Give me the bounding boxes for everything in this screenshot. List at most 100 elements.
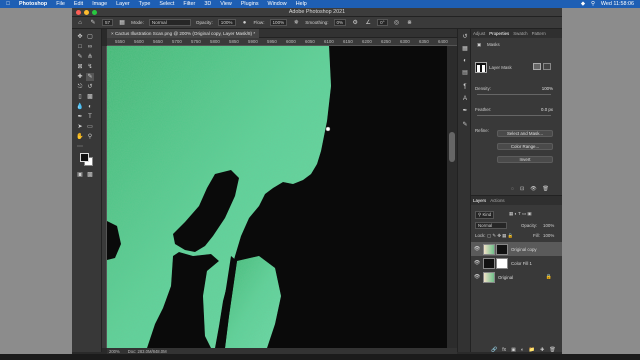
menu-type[interactable]: Type <box>139 1 151 7</box>
layer-row-original-copy[interactable]: 👁 Original copy <box>471 242 562 256</box>
gear-icon[interactable]: ⚙ <box>351 19 359 27</box>
blur-tool-icon[interactable]: 💧 <box>76 103 84 111</box>
paths-panel-icon[interactable]: ✒ <box>461 107 469 115</box>
marquee-tool-icon[interactable]: □ <box>76 43 84 51</box>
menu-image[interactable]: Image <box>92 1 107 7</box>
brush-settings-panel-icon[interactable]: ✎ <box>461 121 469 129</box>
pressure-size-icon[interactable]: ◎ <box>393 19 401 27</box>
brush-tool-icon[interactable]: ✎ <box>89 19 97 27</box>
gradient-tool-icon[interactable]: ▩ <box>86 93 94 101</box>
eye-icon[interactable]: 👁 <box>473 246 481 252</box>
tab-actions[interactable]: Actions <box>490 198 504 203</box>
angle-icon[interactable]: ∠ <box>364 19 372 27</box>
healing-tool-icon[interactable]: ✚ <box>76 73 84 81</box>
feather-slider[interactable] <box>477 115 551 116</box>
crop-tool-icon[interactable]: ⋔ <box>86 53 94 61</box>
home-icon[interactable]: ⌂ <box>76 19 84 27</box>
path-select-tool-icon[interactable]: ➤ <box>76 123 84 131</box>
select-vector-mask-icon[interactable] <box>543 63 551 70</box>
tab-swatches[interactable]: Swatch <box>513 31 527 36</box>
layer-row-color-fill[interactable]: 👁 Color Fill 1 <box>471 256 562 270</box>
new-group-icon[interactable]: 📁 <box>529 347 535 353</box>
artboard-tool-icon[interactable]: ▢ <box>86 33 94 41</box>
filter-icons[interactable]: ▦ ◐ T ▭ ▣ <box>509 211 532 217</box>
history-panel-icon[interactable]: ↺ <box>461 33 469 41</box>
load-selection-icon[interactable]: ◌ <box>511 186 514 192</box>
menu-help[interactable]: Help <box>296 1 307 7</box>
density-slider[interactable] <box>477 94 551 95</box>
layer-name[interactable]: Color Fill 1 <box>511 261 532 266</box>
type-tool-icon[interactable]: T <box>86 113 94 121</box>
more-tools-icon[interactable]: ⋯ <box>76 143 84 151</box>
hand-tool-icon[interactable]: ✋ <box>76 133 84 141</box>
libraries-panel-icon[interactable]: ▦ <box>461 45 469 53</box>
angle-field[interactable]: 0° <box>377 19 388 26</box>
minimize-window-button[interactable] <box>84 10 89 15</box>
styles-panel-icon[interactable]: ▤ <box>461 69 469 77</box>
menu-layer[interactable]: Layer <box>116 1 130 7</box>
wifi-icon[interactable]: ◆ <box>581 1 585 7</box>
quick-select-tool-icon[interactable]: ✎ <box>76 53 84 61</box>
foreground-color-swatch[interactable] <box>80 153 89 162</box>
feather-value[interactable]: 0.0 px <box>521 107 553 112</box>
pressure-opacity-icon[interactable]: ● <box>241 19 249 27</box>
brush-size[interactable]: 57 <box>102 19 114 26</box>
zoom-level[interactable]: 200% <box>109 349 120 354</box>
search-icon[interactable]: ⚲ <box>591 1 595 7</box>
eraser-tool-icon[interactable]: ▯ <box>76 93 84 101</box>
clone-stamp-tool-icon[interactable]: ⎋ <box>76 83 84 91</box>
screen-mode-icon[interactable]: ▩ <box>86 171 94 179</box>
quick-mask-icon[interactable]: ▣ <box>76 171 84 179</box>
layer-name[interactable]: Original copy <box>511 247 537 252</box>
history-brush-tool-icon[interactable]: ↺ <box>86 83 94 91</box>
zoom-tool-icon[interactable]: ⚲ <box>86 133 94 141</box>
document-tab[interactable]: × Cactus Illustration Scan.png @ 200% (O… <box>107 29 260 38</box>
tab-layers[interactable]: Layers <box>473 198 486 203</box>
dodge-tool-icon[interactable]: ◐ <box>86 103 94 111</box>
invert-button[interactable]: Invert <box>497 156 553 163</box>
flow-field[interactable]: 100% <box>269 19 288 26</box>
opacity-field[interactable]: 100% <box>217 19 236 26</box>
menu-app[interactable]: Photoshop <box>19 1 47 7</box>
filter-kind-select[interactable]: ⚲ Kind <box>475 211 495 219</box>
close-window-button[interactable] <box>76 10 81 15</box>
symmetry-icon[interactable]: ⋇ <box>406 19 414 27</box>
adjustments-panel-icon[interactable]: ◐ <box>461 57 469 65</box>
smoothing-field[interactable]: 0% <box>333 19 347 26</box>
new-layer-icon[interactable]: ✚ <box>540 347 544 353</box>
link-layers-icon[interactable]: 🔗 <box>491 347 497 353</box>
apple-icon[interactable]:  <box>6 1 10 7</box>
menu-plugins[interactable]: Plugins <box>241 1 259 7</box>
layer-row-original[interactable]: 👁 Original 🔒 <box>471 270 562 284</box>
brush-settings-icon[interactable]: ▦ <box>118 19 126 27</box>
move-tool-icon[interactable]: ✥ <box>76 33 84 41</box>
scroll-thumb[interactable] <box>449 132 455 162</box>
tab-properties[interactable]: Properties <box>489 31 509 36</box>
layer-style-icon[interactable]: fx <box>502 347 506 353</box>
menu-filter[interactable]: Filter <box>183 1 195 7</box>
eye-icon[interactable]: 👁 <box>473 260 481 266</box>
layer-name[interactable]: Original <box>498 275 513 280</box>
frame-tool-icon[interactable]: ⊠ <box>76 63 84 71</box>
layer-mask-thumbnail[interactable] <box>496 243 508 255</box>
layer-opacity-value[interactable]: 100% <box>543 223 554 228</box>
airbrush-icon[interactable]: ✵ <box>292 19 300 27</box>
color-range-button[interactable]: Color Range... <box>497 143 553 150</box>
doc-info[interactable]: Doc: 283.0M/848.0M <box>128 349 167 354</box>
add-mask-icon[interactable]: ▣ <box>511 347 516 353</box>
character-panel-icon[interactable]: A <box>461 95 469 103</box>
delete-layer-icon[interactable]: 🗑 <box>549 347 555 353</box>
lasso-tool-icon[interactable]: ∞ <box>86 43 94 51</box>
shape-tool-icon[interactable]: ▭ <box>86 123 94 131</box>
tab-adjustments[interactable]: Adjust <box>473 31 485 36</box>
menu-select[interactable]: Select <box>159 1 174 7</box>
pen-tool-icon[interactable]: ✒ <box>76 113 84 121</box>
menu-edit[interactable]: Edit <box>74 1 83 7</box>
menu-window[interactable]: Window <box>268 1 287 7</box>
select-pixel-mask-icon[interactable] <box>533 63 541 70</box>
eye-icon[interactable]: 👁 <box>473 274 481 280</box>
fill-value[interactable]: 100% <box>543 233 554 238</box>
select-and-mask-button[interactable]: Select and Mask... <box>497 130 553 137</box>
toggle-mask-icon[interactable]: 👁 <box>530 186 536 192</box>
menu-3d[interactable]: 3D <box>204 1 211 7</box>
